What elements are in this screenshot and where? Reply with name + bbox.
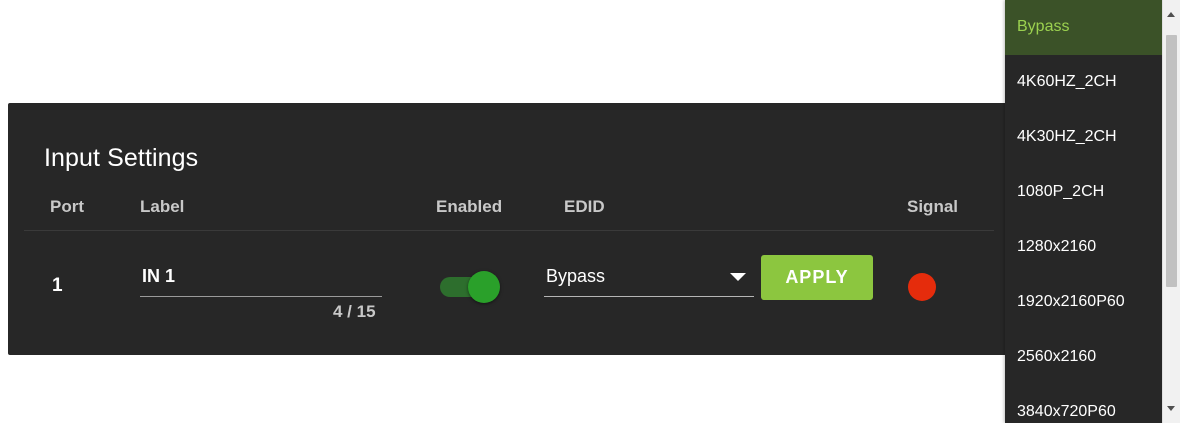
dropdown-option[interactable]: 1080P_2CH [1005,165,1162,220]
scrollbar-thumb[interactable] [1166,35,1177,287]
column-header-signal: Signal [907,197,959,216]
dropdown-option[interactable]: 2560x2160 [1005,330,1162,385]
dropdown-option[interactable]: 1920x2160P60 [1005,275,1162,330]
dropdown-option[interactable]: 4K30HZ_2CH [1005,110,1162,165]
label-input-value: IN 1 [142,266,176,286]
page: Input Settings Port Label Enabled EDID S… [0,0,1182,423]
scroll-down-arrow-icon[interactable] [1167,406,1175,411]
caret-down-icon [730,273,746,281]
dropdown-option[interactable]: 4K60HZ_2CH [1005,55,1162,110]
toggle-knob [468,271,500,303]
column-header-label: Label [140,197,185,216]
enabled-toggle[interactable] [438,271,500,303]
edid-dropdown-list[interactable]: Bypass 4K60HZ_2CH 4K30HZ_2CH 1080P_2CH 1… [1005,0,1162,423]
input-settings-panel: Input Settings Port Label Enabled EDID S… [8,103,1008,355]
column-header-enabled: Enabled [436,197,503,216]
port-number: 1 [52,275,63,296]
edid-select[interactable]: Bypass [544,261,754,297]
signal-status-indicator [908,273,936,301]
edid-select-value: Bypass [546,266,606,286]
label-input[interactable]: IN 1 [140,263,382,297]
dropdown-option[interactable]: Bypass [1005,0,1162,55]
dropdown-option[interactable]: 1280x2160 [1005,220,1162,275]
panel-title: Input Settings [44,144,199,172]
column-header-port: Port [50,197,84,216]
column-header-edid: EDID [564,197,605,216]
apply-button[interactable]: APPLY [761,255,873,300]
scroll-up-arrow-icon[interactable] [1167,12,1175,17]
dropdown-option[interactable]: 3840x720P60 [1005,385,1162,423]
header-divider [24,230,994,231]
label-char-counter: 4 / 15 [333,302,376,321]
dropdown-scrollbar[interactable] [1162,0,1180,423]
